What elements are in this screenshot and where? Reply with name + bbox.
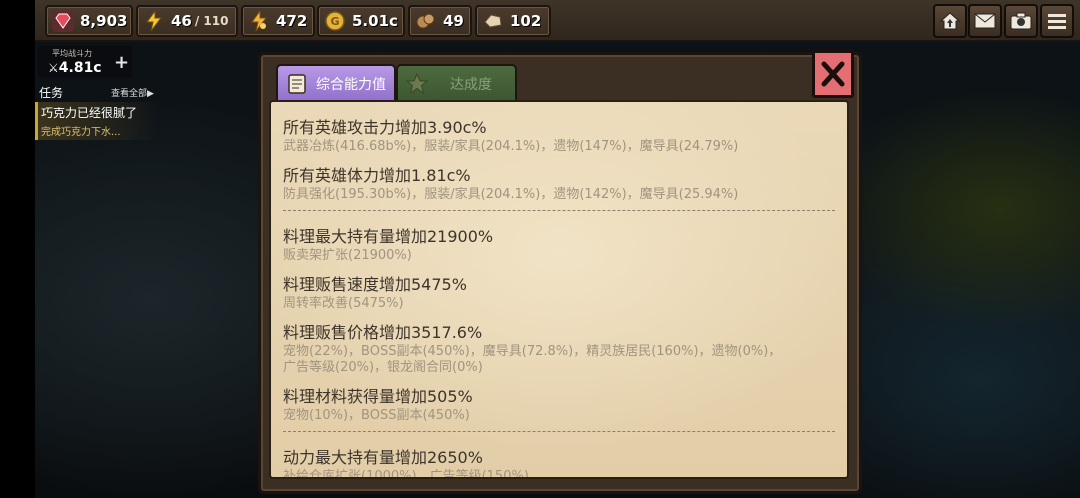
tab-overall-stats[interactable]: 综合能力值 xyxy=(276,64,396,104)
crossed-swords-icon: ⚔ xyxy=(48,61,59,75)
stat-title: 动力最大持有量增加2650% xyxy=(283,448,483,467)
section-divider xyxy=(283,210,835,211)
scroll-icon xyxy=(284,71,310,97)
combat-power-title: 平均战斗力 xyxy=(52,49,92,58)
gem-icon xyxy=(52,10,74,32)
home-upload-icon xyxy=(939,12,961,30)
cookies-counter[interactable]: 49 xyxy=(408,5,472,37)
camera-icon xyxy=(1010,12,1032,30)
tab-achievement[interactable]: 达成度 xyxy=(396,64,517,104)
stone-counter[interactable]: 102 xyxy=(475,5,551,37)
quest-label: 任务 xyxy=(39,86,64,100)
stat-detail: 贩卖架扩张(21900%) xyxy=(283,248,412,263)
power-bolt-icon xyxy=(248,10,270,32)
svg-text:G: G xyxy=(330,15,339,28)
tab-overall-stats-label: 综合能力值 xyxy=(316,77,386,93)
section-divider xyxy=(283,431,835,432)
energy-bolt-icon xyxy=(143,10,165,32)
stat-title: 料理贩售价格增加3517.6% xyxy=(283,323,483,342)
close-icon xyxy=(821,61,845,87)
quest-entry[interactable]: 巧克力已经很腻了 完成巧克力下水... xyxy=(35,102,156,140)
camera-button[interactable] xyxy=(1004,4,1038,38)
quest-view-all-link[interactable]: 查看全部▶ xyxy=(111,86,154,99)
stat-entry: 料理贩售价格增加3517.6% 宠物(22%)，BOSS副本(450%)，魔导具… xyxy=(283,319,833,375)
combat-power-value: ⚔4.81c xyxy=(48,60,102,76)
stat-detail: 宠物(10%)，BOSS副本(450%) xyxy=(283,408,470,423)
stats-content-panel[interactable]: 所有英雄攻击力增加3.90c% 武器冶炼(416.68b%)，服装/家具(204… xyxy=(269,100,849,479)
stat-entry: 所有英雄攻击力增加3.90c% 武器冶炼(416.68b%)，服装/家具(204… xyxy=(283,114,833,154)
hamburger-menu-icon xyxy=(1048,14,1066,29)
stat-title: 料理最大持有量增加21900% xyxy=(283,227,494,246)
stat-entry: 料理贩售速度增加5475% 周转率改善(5475%) xyxy=(283,271,833,311)
lightning-value: 472 xyxy=(276,12,308,30)
stat-detail: 补给仓库扩张(1000%)，广告等级(150%) xyxy=(283,469,529,479)
stat-detail: 武器冶炼(416.68b%)，服装/家具(204.1%)，遗物(147%)，魔导… xyxy=(283,139,739,154)
stat-detail: 防具强化(195.30b%)，服装/家具(204.1%)，遗物(142%)，魔导… xyxy=(283,187,739,202)
combat-power-box[interactable]: 平均战斗力 ⚔4.81c + xyxy=(38,46,132,78)
energy-value: 46 xyxy=(171,12,192,30)
stone-value: 102 xyxy=(510,12,542,30)
lightning-counter[interactable]: 472 xyxy=(241,5,315,37)
stone-icon xyxy=(482,10,504,32)
combat-power-number: 4.81c xyxy=(58,60,102,76)
home-upload-button[interactable] xyxy=(933,4,967,38)
mail-icon xyxy=(974,13,996,29)
energy-max: / 110 xyxy=(194,14,229,28)
gold-coin-icon: G xyxy=(324,10,346,32)
gems-value: 8,903 xyxy=(80,12,128,30)
quest-name: 巧克力已经很腻了 xyxy=(41,106,138,120)
quest-description: 完成巧克力下水... xyxy=(41,127,121,138)
close-button[interactable] xyxy=(812,50,854,98)
stat-entry: 动力最大持有量增加2650% 补给仓库扩张(1000%)，广告等级(150%) xyxy=(283,444,833,479)
menu-button[interactable] xyxy=(1040,4,1074,38)
stat-detail: 周转率改善(5475%) xyxy=(283,296,404,311)
mail-button[interactable] xyxy=(968,4,1002,38)
stat-title: 所有英雄攻击力增加3.90c% xyxy=(283,118,487,137)
stat-entry: 料理最大持有量增加21900% 贩卖架扩张(21900%) xyxy=(283,223,833,263)
add-power-icon[interactable]: + xyxy=(114,52,129,73)
stat-detail-continued: 广告等级(20%)，银龙阁合同(0%) xyxy=(283,360,483,375)
stat-title: 料理贩售速度增加5475% xyxy=(283,275,467,294)
stat-title: 料理材料获得量增加505% xyxy=(283,387,473,406)
stat-detail: 宠物(22%)，BOSS副本(450%)，魔导具(72.8%)，精灵族居民(16… xyxy=(283,344,782,359)
gold-counter[interactable]: G 5.01c xyxy=(317,5,405,37)
stat-title: 所有英雄体力增加1.81c% xyxy=(283,166,471,185)
cookies-value: 49 xyxy=(443,12,464,30)
gems-counter[interactable]: 8,903 xyxy=(45,5,133,37)
gold-value: 5.01c xyxy=(352,12,398,30)
left-black-strip xyxy=(0,0,35,498)
cookie-icon xyxy=(415,10,437,32)
quest-header: 任务 查看全部▶ xyxy=(35,83,160,101)
star-icon xyxy=(404,71,430,97)
stat-entry: 所有英雄体力增加1.81c% 防具强化(195.30b%)，服装/家具(204.… xyxy=(283,162,833,202)
stat-entry: 料理材料获得量增加505% 宠物(10%)，BOSS副本(450%) xyxy=(283,383,833,423)
tab-achievement-label: 达成度 xyxy=(450,77,492,93)
energy-counter[interactable]: 46 / 110 xyxy=(136,5,238,37)
